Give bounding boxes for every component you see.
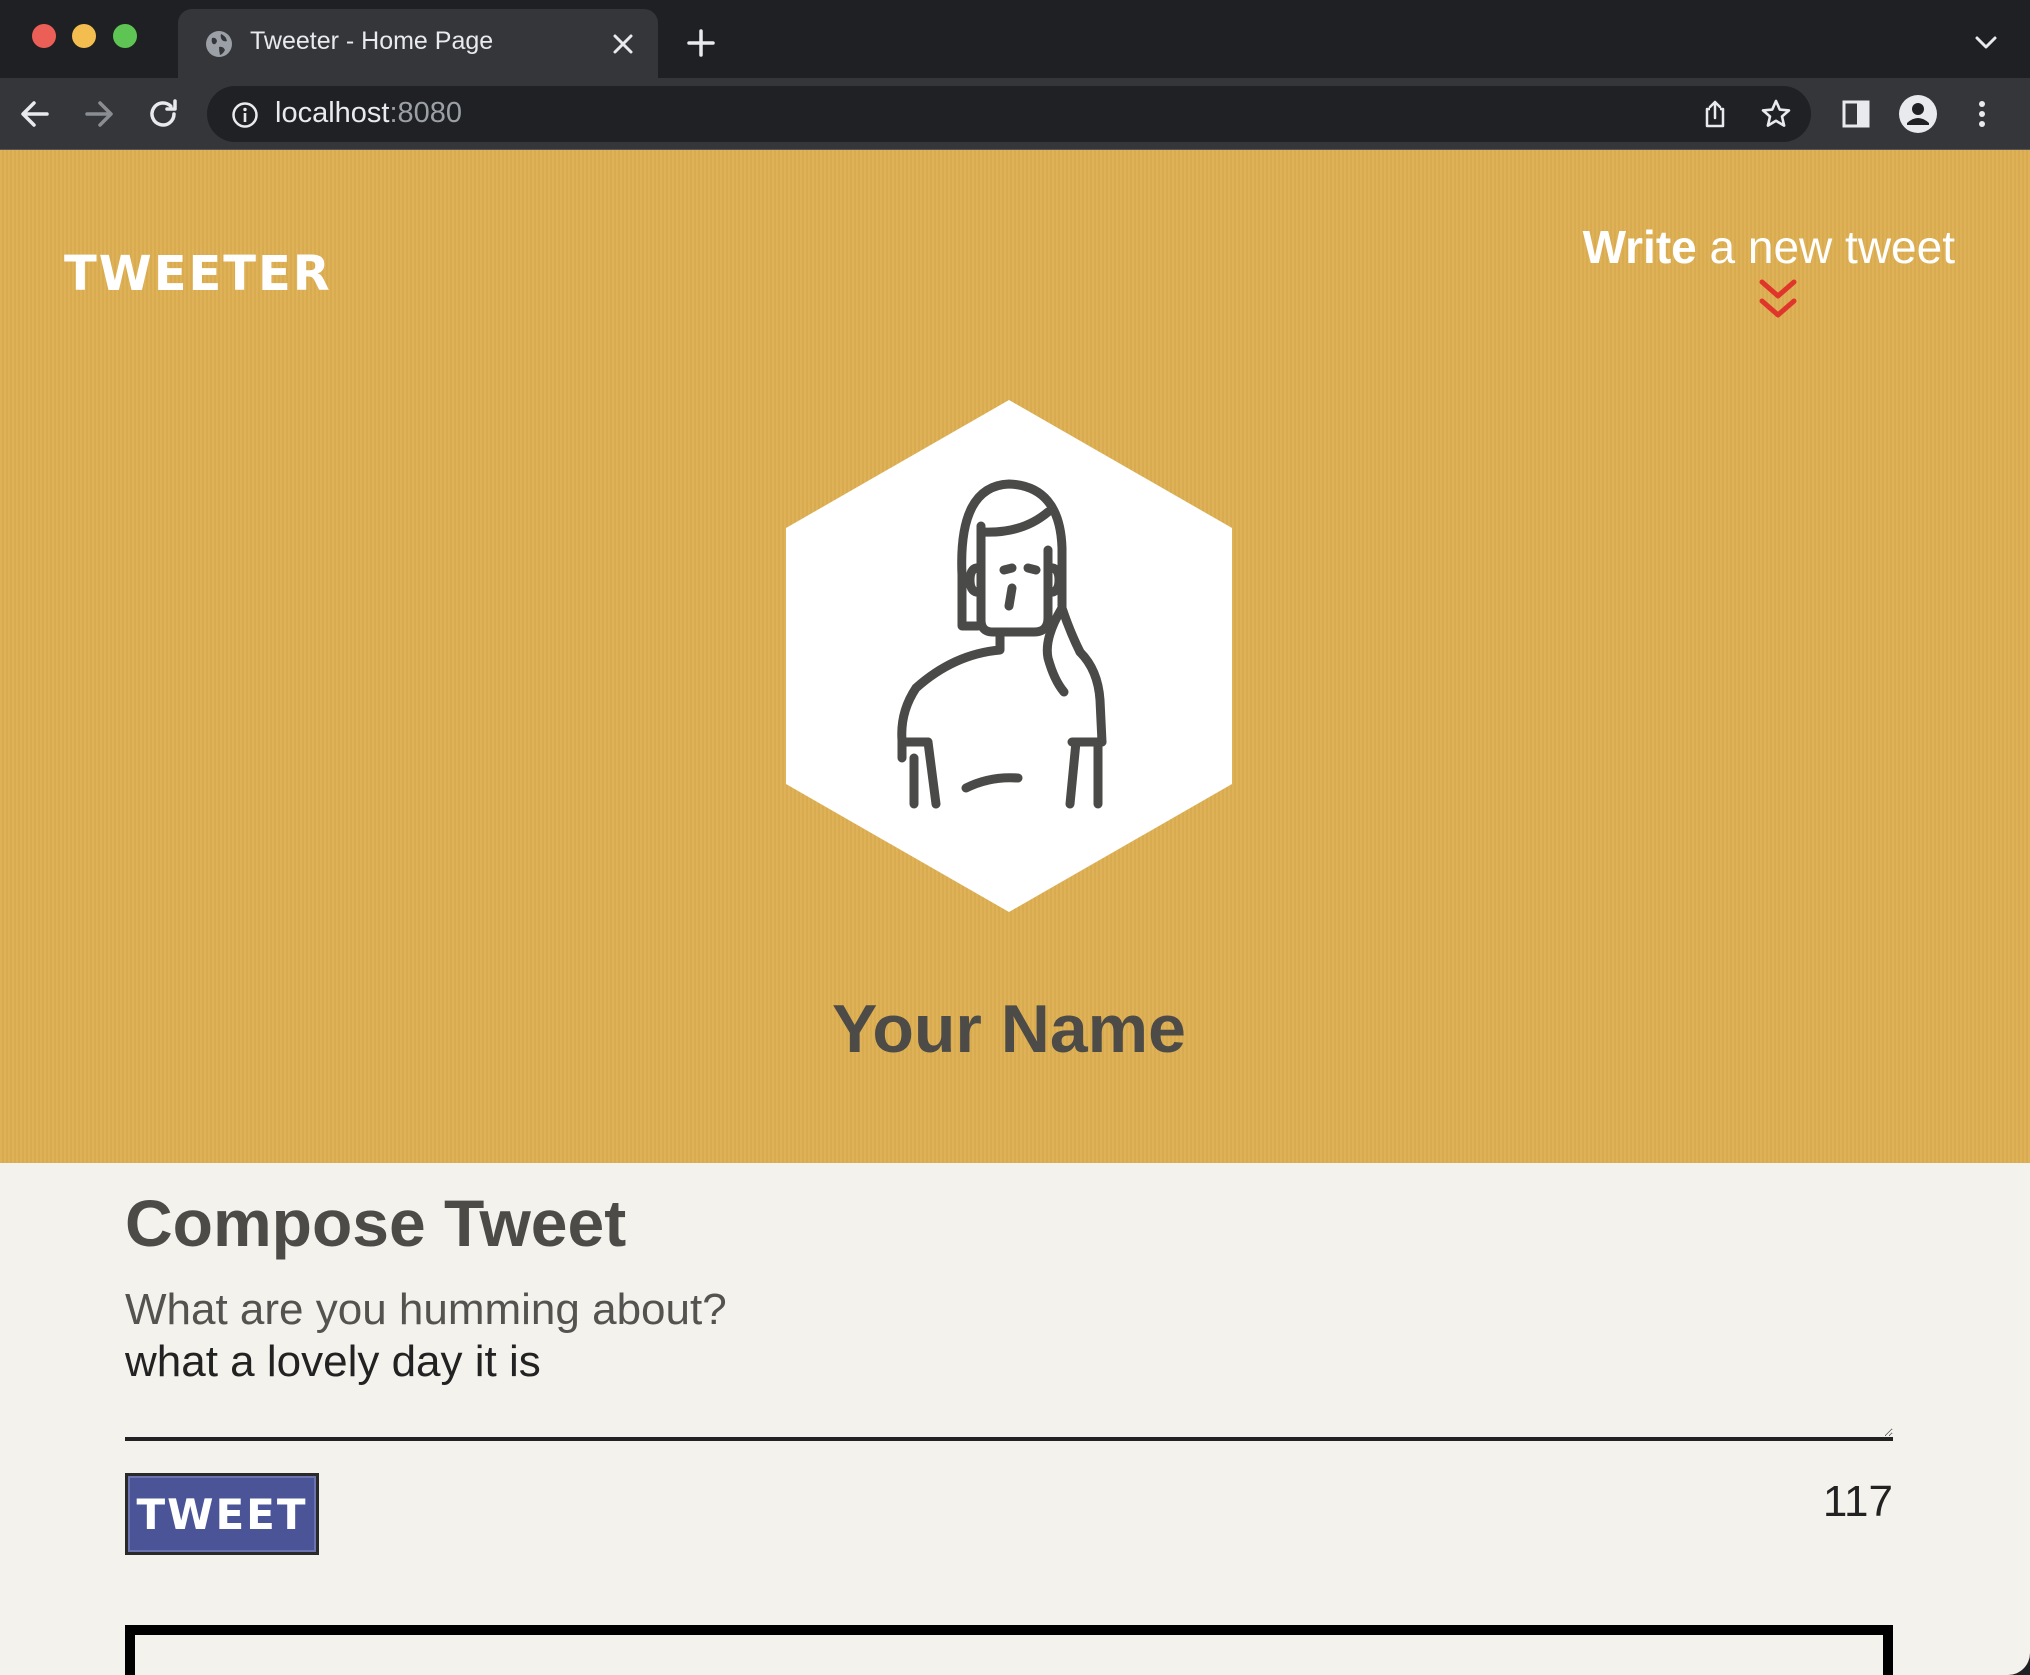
woman-avatar-icon (786, 400, 1232, 912)
browser-toolbar: localhost:8080 (0, 78, 2030, 150)
tweet-card (125, 1625, 1893, 1675)
compose-title: Compose Tweet (125, 1186, 627, 1260)
kebab-menu-icon[interactable] (1962, 94, 2002, 134)
share-icon[interactable] (1699, 98, 1731, 130)
browser-window: Tweeter - Home Page localhost:8080 TWEET… (0, 0, 2030, 1675)
arrow-right-icon[interactable] (80, 95, 118, 133)
double-chevron-down-icon[interactable] (1757, 277, 1799, 323)
minimize-window-button[interactable] (72, 24, 96, 48)
side-panel-icon[interactable] (1836, 94, 1876, 134)
globe-icon (206, 31, 232, 57)
tweet-submit-button[interactable]: TWEET (125, 1473, 319, 1555)
profile-icon[interactable] (1898, 94, 1938, 134)
close-icon[interactable] (610, 31, 636, 57)
profile-header: TWEETER Write a new tweet Your Name (0, 150, 2030, 1163)
compose-prompt-label: What are you humming about? (125, 1285, 727, 1334)
arrow-left-icon[interactable] (16, 95, 54, 133)
url-port: :8080 (389, 97, 463, 129)
address-text: localhost:8080 (275, 97, 462, 130)
tab-title: Tweeter - Home Page (250, 27, 494, 55)
url-host: localhost (275, 97, 390, 129)
tab-strip: Tweeter - Home Page (0, 0, 2030, 78)
page-viewport: TWEETER Write a new tweet Your Name Comp… (0, 150, 2030, 1675)
chevron-down-icon[interactable] (1974, 32, 1998, 52)
reload-icon[interactable] (144, 95, 182, 133)
write-new-tweet-link[interactable]: Write a new tweet (1583, 220, 1955, 274)
maximize-window-button[interactable] (113, 24, 137, 48)
star-icon[interactable] (1759, 97, 1793, 131)
write-link-rest: a new tweet (1696, 221, 1956, 273)
plus-icon[interactable] (686, 28, 716, 58)
char-counter: 117 (1822, 1477, 1893, 1526)
tweet-textarea[interactable]: what a lovely day it is (125, 1337, 1893, 1441)
brand-logo[interactable]: TWEETER (64, 246, 332, 302)
address-bar[interactable]: localhost:8080 (207, 86, 1811, 142)
profile-display-name: Your Name (832, 991, 1186, 1067)
tab-active[interactable]: Tweeter - Home Page (178, 9, 658, 78)
write-link-strong: Write (1582, 221, 1697, 273)
close-window-button[interactable] (32, 24, 56, 48)
info-icon[interactable] (231, 101, 259, 129)
